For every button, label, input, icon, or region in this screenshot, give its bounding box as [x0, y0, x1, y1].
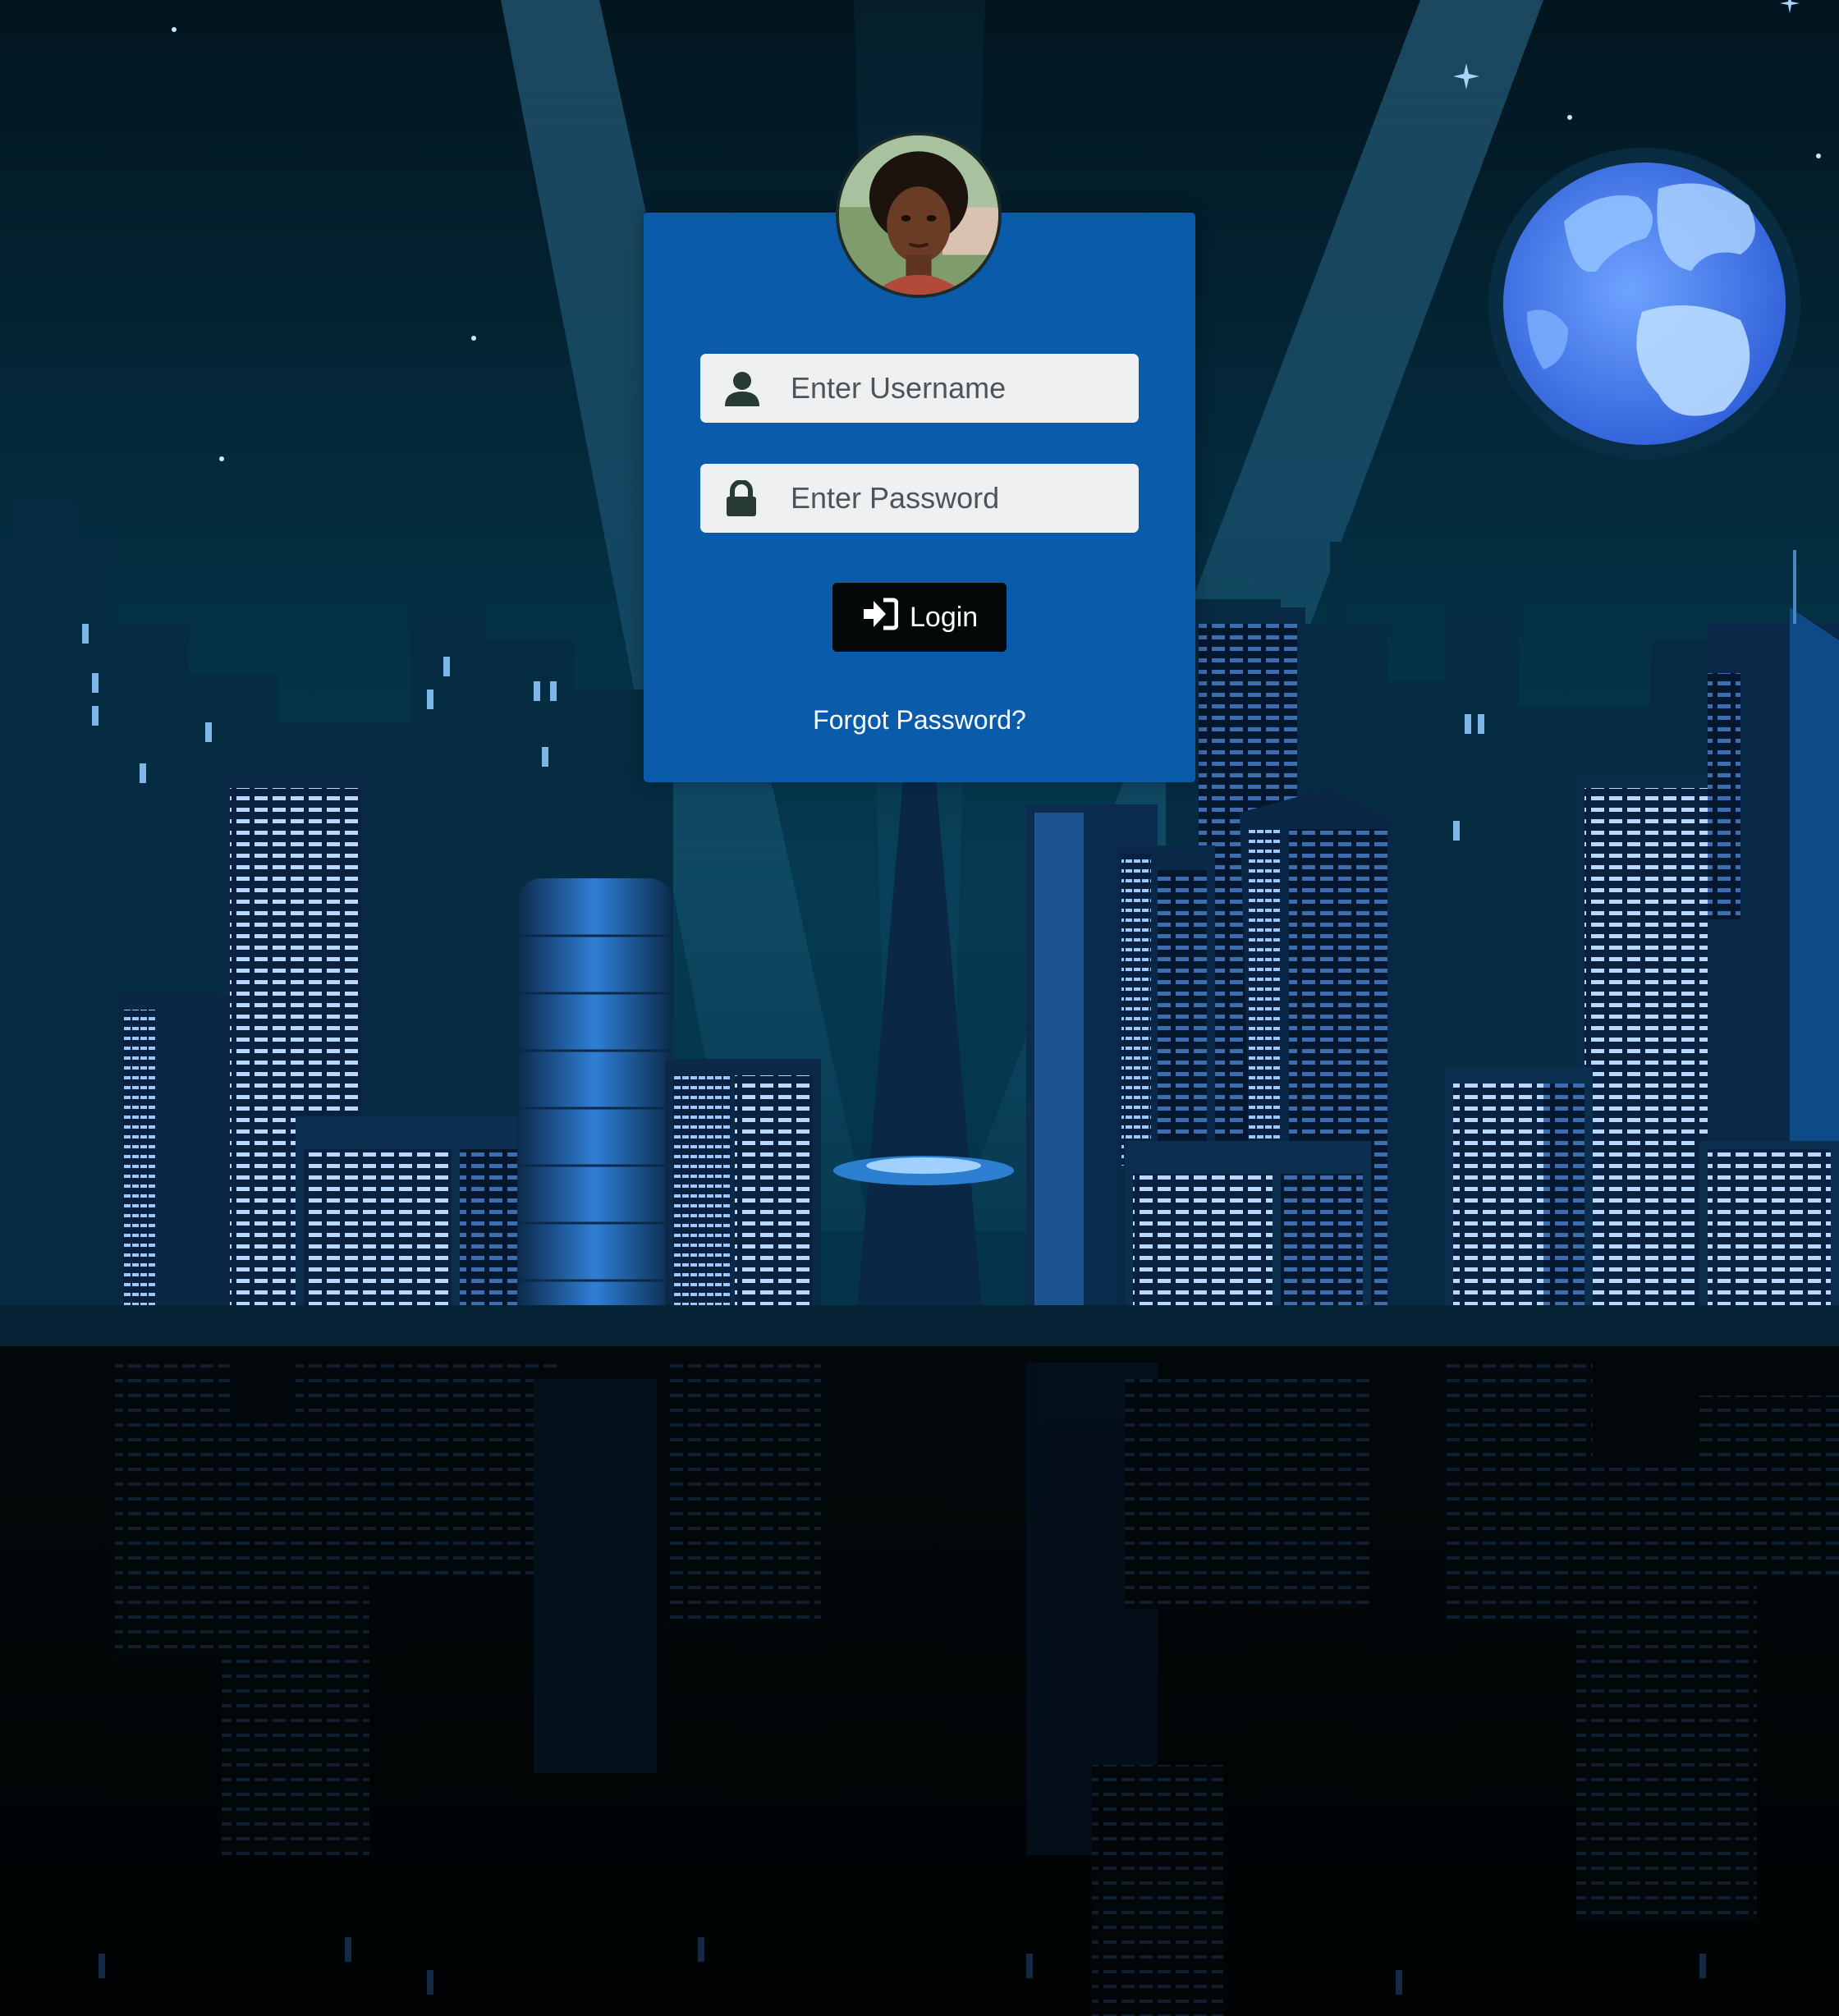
user-icon: [725, 372, 759, 406]
lock-icon: [727, 480, 756, 516]
user-avatar: [836, 132, 1002, 298]
username-input[interactable]: [791, 354, 1119, 423]
username-field[interactable]: [700, 354, 1139, 423]
password-input[interactable]: [791, 464, 1119, 533]
sign-in-icon: [864, 598, 898, 630]
password-field[interactable]: [700, 464, 1139, 533]
login-button-label: Login: [910, 602, 979, 633]
login-button[interactable]: Login: [832, 583, 1007, 652]
forgot-password-link[interactable]: Forgot Password?: [755, 699, 1084, 740]
